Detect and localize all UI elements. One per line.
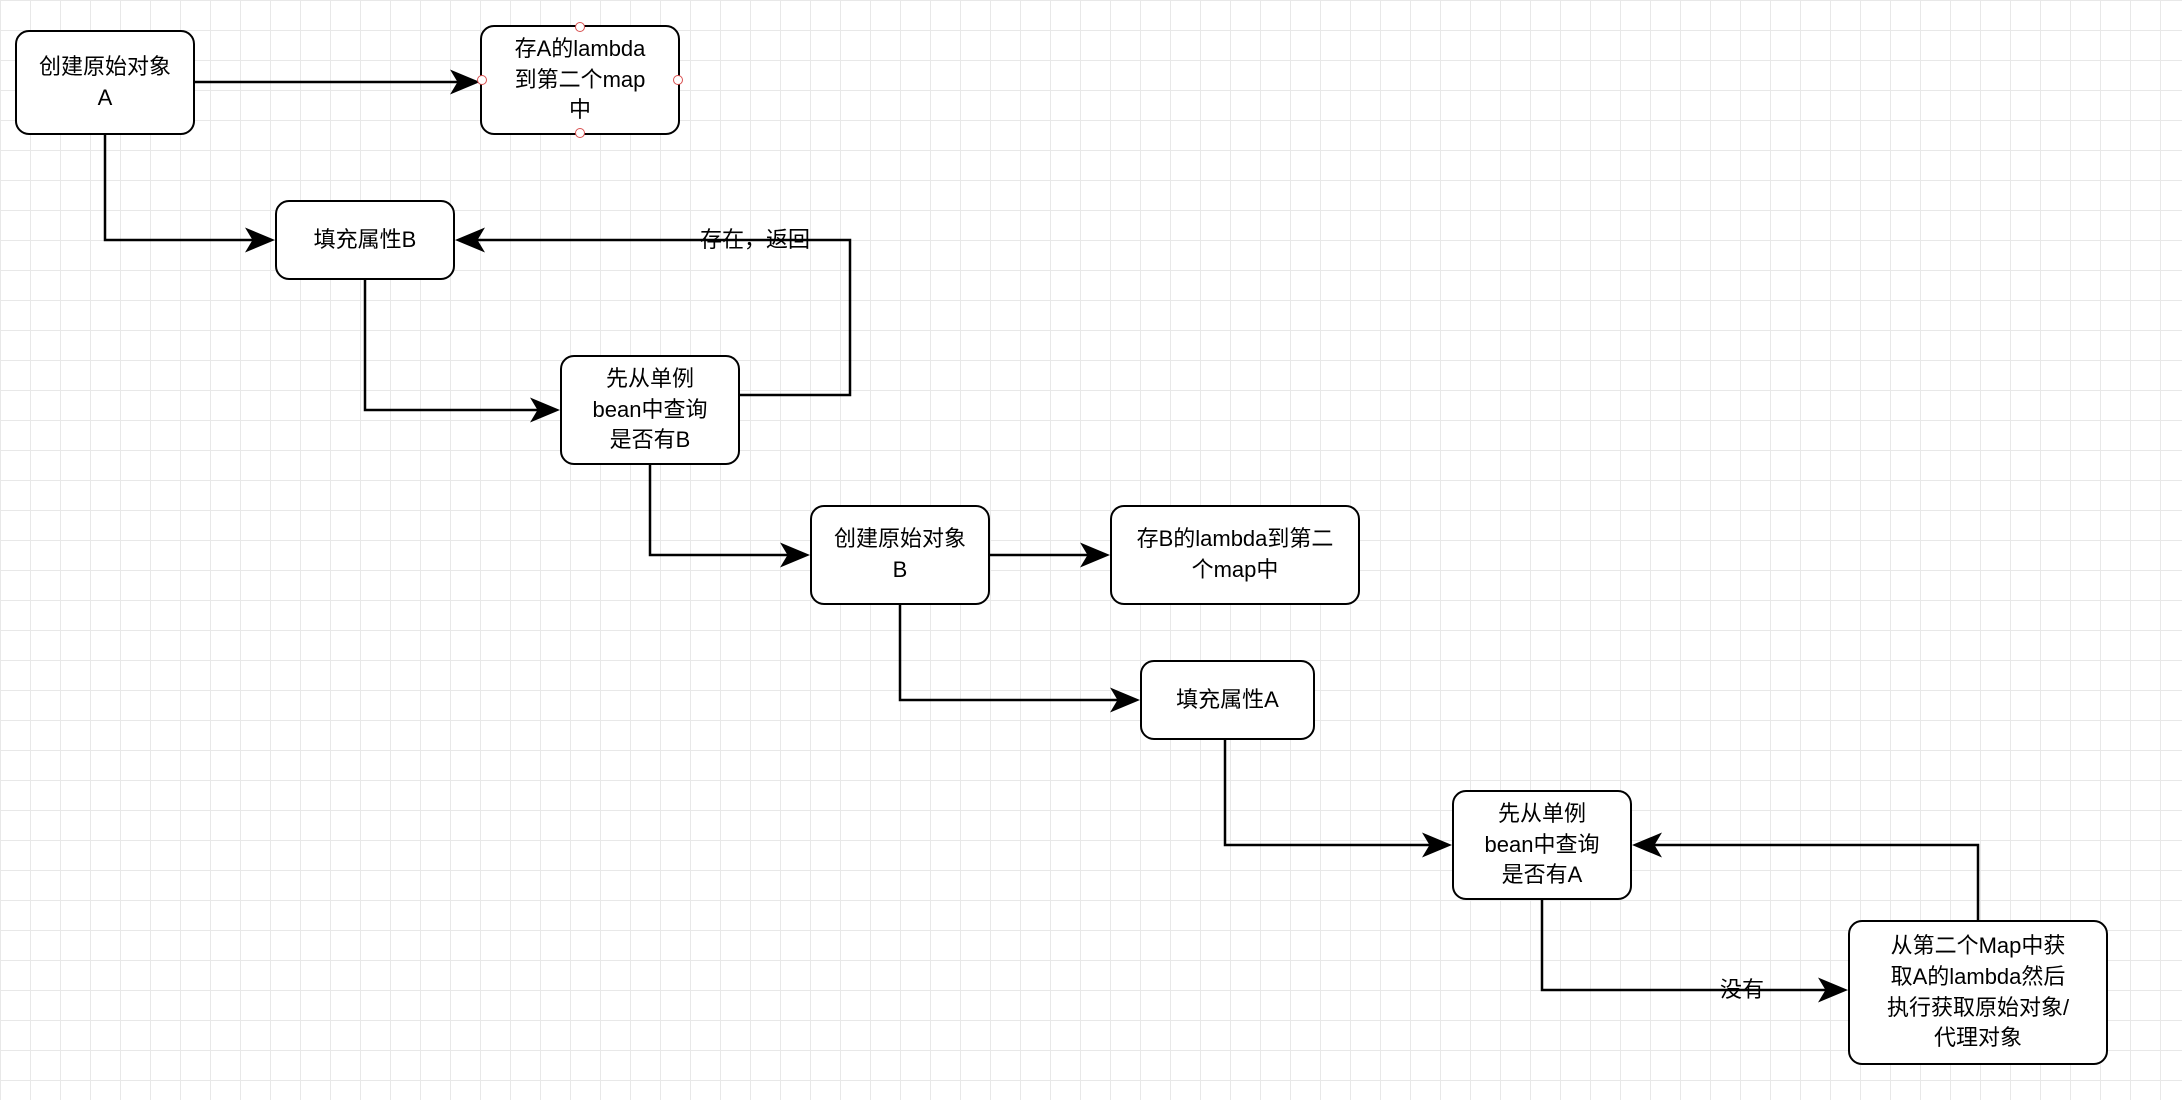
- node-query-singleton-a[interactable]: 先从单例bean中查询是否有A: [1452, 790, 1632, 900]
- node-get-lambda-from-map[interactable]: 从第二个Map中获取A的lambda然后执行获取原始对象/代理对象: [1848, 920, 2108, 1065]
- node-label: 存B的lambda到第二个map中: [1137, 524, 1334, 586]
- node-fill-property-a[interactable]: 填充属性A: [1140, 660, 1315, 740]
- edge-label-exists-return: 存在，返回: [700, 222, 810, 254]
- node-store-b-lambda[interactable]: 存B的lambda到第二个map中: [1110, 505, 1360, 605]
- node-query-singleton-b[interactable]: 先从单例bean中查询是否有B: [560, 355, 740, 465]
- node-label: 创建原始对象A: [39, 52, 171, 114]
- selection-handle-top[interactable]: [575, 22, 585, 32]
- node-label: 先从单例bean中查询是否有A: [1485, 799, 1600, 891]
- node-label: 填充属性A: [1176, 685, 1279, 716]
- node-label: 存A的lambda到第二个map中: [515, 34, 646, 126]
- node-create-original-a[interactable]: 创建原始对象A: [15, 30, 195, 135]
- node-label: 先从单例bean中查询是否有B: [593, 364, 708, 456]
- node-label: 填充属性B: [314, 225, 417, 256]
- selection-handle-left[interactable]: [477, 75, 487, 85]
- node-store-a-lambda[interactable]: 存A的lambda到第二个map中: [480, 25, 680, 135]
- selection-handle-right[interactable]: [673, 75, 683, 85]
- node-create-original-b[interactable]: 创建原始对象B: [810, 505, 990, 605]
- node-label: 创建原始对象B: [834, 524, 966, 586]
- node-fill-property-b[interactable]: 填充属性B: [275, 200, 455, 280]
- edge-label-none: 没有: [1720, 972, 1764, 1004]
- node-label: 从第二个Map中获取A的lambda然后执行获取原始对象/代理对象: [1887, 931, 2069, 1054]
- selection-handle-bottom[interactable]: [575, 128, 585, 138]
